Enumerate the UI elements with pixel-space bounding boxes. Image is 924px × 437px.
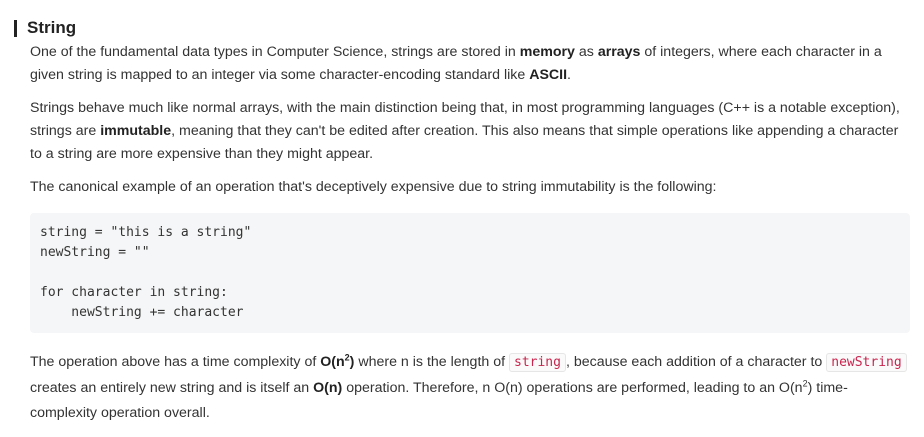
code-line: string = "this is a string" [40,225,252,240]
section-heading: String [14,17,76,39]
inline-code-string: string [509,353,566,372]
code-line: for character in string: [40,285,228,300]
paragraph-immutability: Strings behave much like normal arrays, … [30,97,910,166]
bold-term-ascii: ASCII [529,67,568,83]
complexity-base: O(n [320,354,345,370]
paragraph-text: One of the fundamental data types in Com… [30,44,520,60]
inline-code-newstring: newString [826,353,907,372]
paragraph-text: operation. Therefore, n O(n) operations … [342,379,803,396]
paragraph-text: as [574,44,598,60]
code-line: newString += character [40,305,244,320]
paragraph-text: creates an entirely new string and is it… [30,379,314,396]
section-title: String [27,18,77,37]
bold-term-memory: memory [519,44,575,60]
bold-term-arrays: arrays [597,44,641,60]
heading-bar-decoration [14,19,17,37]
paragraph-complexity: The operation above has a time complexit… [30,350,910,427]
paragraph-intro: One of the fundamental data types in Com… [30,41,910,87]
code-line: newString = "" [40,245,150,260]
paragraph-text: , because each addition of a character t… [565,354,827,370]
bold-term-immutable: immutable [100,123,172,139]
paragraph-example-intro: The canonical example of an operation th… [30,179,717,195]
paragraph-text: . [567,67,571,83]
paragraph-text: The operation above has a time complexit… [30,354,321,370]
bold-complexity-n-squared: O(n2) [320,353,354,370]
bold-complexity-n: O(n) [313,379,343,396]
code-block: string = "this is a string" newString = … [30,213,910,333]
content-page: String One of the fundamental data types… [0,0,924,437]
paragraph-text: where n is the length of [354,354,509,370]
